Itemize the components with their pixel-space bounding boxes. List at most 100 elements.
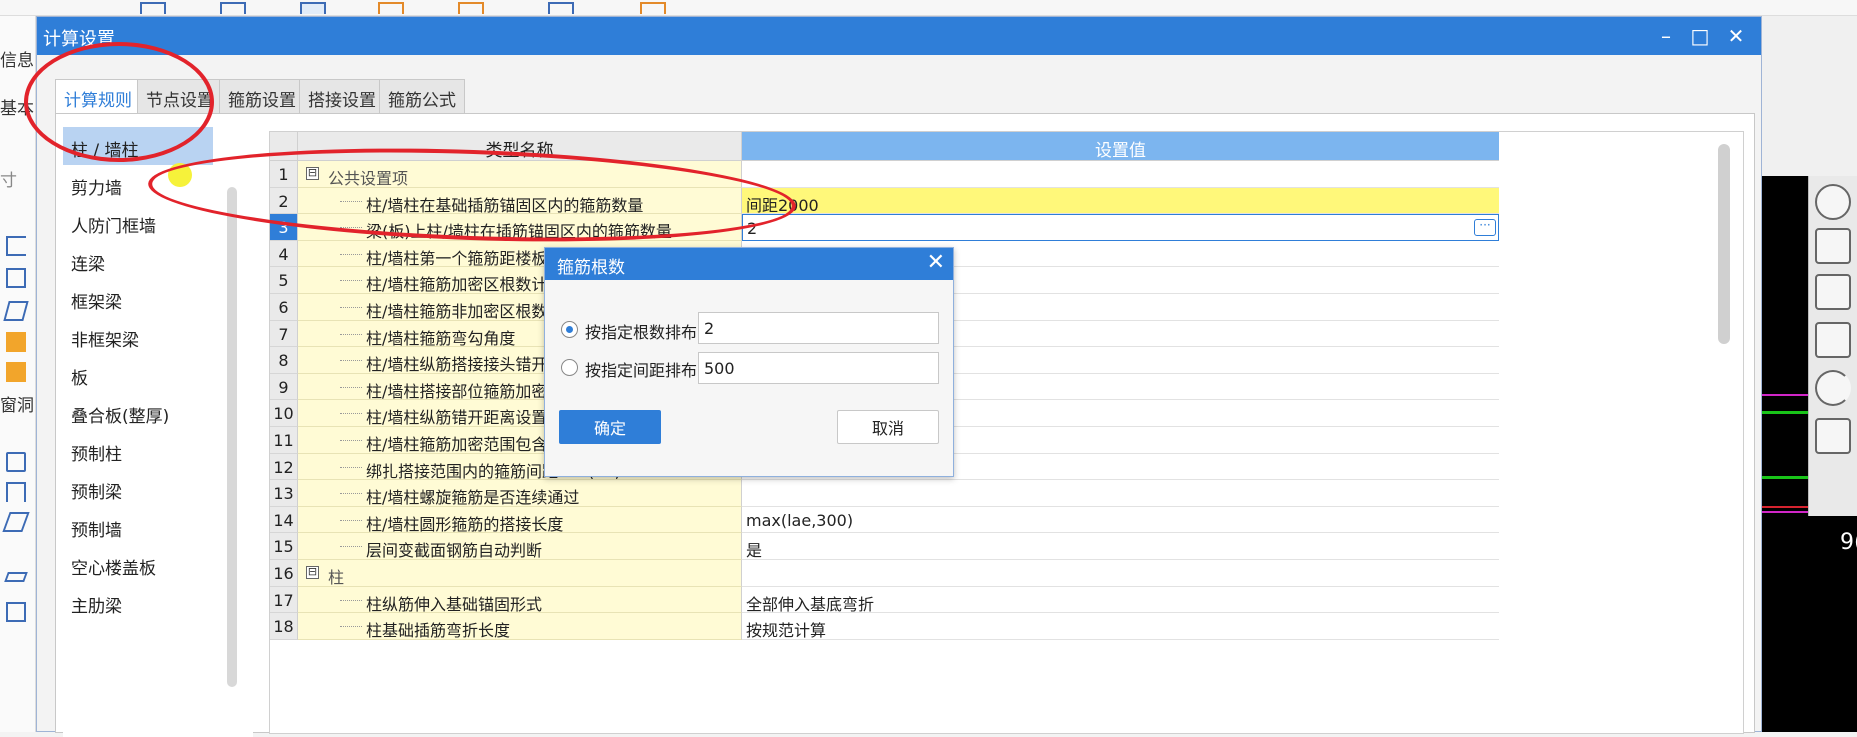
toolbar-icon[interactable] bbox=[140, 2, 166, 14]
table-row[interactable]: 1 ⊟ 公共设置项 bbox=[270, 161, 1499, 188]
collapse-icon[interactable]: ⊟ bbox=[306, 167, 319, 180]
category-item-column[interactable]: 柱 / 墙柱 bbox=[63, 127, 213, 165]
count-input[interactable]: 2 bbox=[698, 312, 939, 344]
category-item-slab[interactable]: 板 bbox=[63, 355, 213, 393]
frame-icon[interactable] bbox=[6, 482, 26, 502]
tab-stirrup-settings[interactable]: 箍筋设置 bbox=[219, 79, 305, 113]
header-type-name: 类型名称 bbox=[298, 132, 742, 161]
3d-view-icon[interactable] bbox=[1815, 228, 1851, 264]
row-number: 12 bbox=[270, 453, 298, 481]
toolbar-icon[interactable] bbox=[220, 2, 246, 14]
category-item-precast-wall[interactable]: 预制墙 bbox=[63, 507, 213, 545]
row-value-text: 全部伸入基底弯折 bbox=[746, 594, 875, 614]
row-number: 4 bbox=[270, 240, 298, 268]
tab-stirrup-formula[interactable]: 箍筋公式 bbox=[379, 79, 465, 113]
filter-icon[interactable] bbox=[6, 452, 26, 472]
toolbar-icon[interactable] bbox=[548, 2, 574, 14]
window-icon[interactable] bbox=[6, 362, 26, 382]
row-value-cell[interactable]: 2 ··· bbox=[742, 214, 1499, 241]
tree-connector bbox=[340, 519, 362, 521]
background-left-panel: 信息 基本 寸 窗洞 bbox=[0, 16, 36, 732]
row-name-text: 柱基础插筋弯折长度 bbox=[366, 621, 511, 640]
orbit-icon[interactable] bbox=[1815, 184, 1851, 220]
grid-icon[interactable] bbox=[6, 268, 26, 288]
row-name-cell: 柱/墙柱圆形箍筋的搭接长度 bbox=[298, 506, 742, 534]
row-name-text: 柱/墙柱螺旋箍筋是否连续通过 bbox=[366, 488, 580, 507]
grid-scrollbar[interactable] bbox=[1718, 144, 1730, 344]
row-name-text: 柱/墙柱搭接部位箍筋加密 bbox=[366, 381, 548, 401]
category-item-precast-beam[interactable]: 预制梁 bbox=[63, 469, 213, 507]
row-value-text: 按规范计算 bbox=[746, 621, 827, 641]
row-value-cell[interactable]: 是 bbox=[742, 533, 1499, 560]
tab-calc-rules[interactable]: 计算规则 bbox=[55, 79, 141, 115]
box-view-icon[interactable] bbox=[1815, 322, 1851, 358]
row-value-cell[interactable] bbox=[742, 161, 1499, 188]
maximize-button[interactable]: □ bbox=[1685, 21, 1715, 51]
beam-icon[interactable] bbox=[3, 301, 29, 321]
row-number: 11 bbox=[270, 427, 298, 454]
checklist-icon[interactable] bbox=[1815, 418, 1851, 454]
row-number: 10 bbox=[270, 400, 298, 427]
door-icon[interactable] bbox=[6, 332, 26, 352]
category-item-coupling-beam[interactable]: 连梁 bbox=[63, 241, 213, 279]
top-view-icon[interactable] bbox=[1815, 274, 1851, 310]
row-value-cell[interactable]: 全部伸入基底弯折 bbox=[742, 586, 1499, 614]
close-button[interactable]: ✕ bbox=[1721, 21, 1751, 51]
category-item-frame-beam[interactable]: 框架梁 bbox=[63, 279, 213, 317]
rotate-icon[interactable] bbox=[1815, 370, 1851, 406]
slab-icon[interactable] bbox=[2, 512, 30, 532]
category-item-civil-defense-door-wall[interactable]: 人防门框墙 bbox=[63, 203, 213, 241]
radio-by-count[interactable] bbox=[561, 321, 578, 338]
category-item-non-frame-beam[interactable]: 非框架梁 bbox=[63, 317, 213, 355]
table-row[interactable]: 2 柱/墙柱在基础插筋锚固区内的箍筋数量 间距2000 bbox=[270, 187, 1499, 215]
row-number: 2 bbox=[270, 187, 298, 215]
row-value-cell[interactable] bbox=[742, 560, 1499, 587]
toolbar-icon[interactable] bbox=[640, 2, 666, 14]
row-name-text: 柱/墙柱纵筋错开距离设置 bbox=[366, 408, 548, 427]
table-row[interactable]: 13 柱/墙柱螺旋箍筋是否连续通过 bbox=[270, 480, 1499, 507]
window-titlebar[interactable]: 计算设置 – □ ✕ bbox=[37, 17, 1761, 55]
cursor-highlight bbox=[168, 163, 192, 187]
popup-close-icon[interactable]: ✕ bbox=[927, 250, 945, 275]
row-name-cell: 层间变截面钢筋自动判断 bbox=[298, 533, 742, 560]
row-value-cell[interactable]: max(lae,300) bbox=[742, 506, 1499, 534]
table-row[interactable]: 3 梁(板)上柱/墙柱在插筋锚固区内的箍筋数量 2 ··· bbox=[270, 214, 1499, 241]
room-icon[interactable] bbox=[6, 602, 26, 622]
popup-titlebar[interactable]: 箍筋根数 ✕ bbox=[545, 248, 953, 280]
toolbar-icon[interactable] bbox=[300, 2, 326, 14]
category-item-precast-column[interactable]: 预制柱 bbox=[63, 431, 213, 469]
ellipsis-button[interactable]: ··· bbox=[1474, 219, 1496, 237]
row-value-cell[interactable]: 间距2000 bbox=[742, 187, 1499, 215]
row-value-cell[interactable] bbox=[742, 480, 1499, 507]
radio-by-spacing[interactable] bbox=[561, 359, 578, 376]
popup-title: 箍筋根数 bbox=[557, 258, 625, 278]
tree-connector bbox=[340, 626, 362, 628]
collapse-icon[interactable]: ⊟ bbox=[306, 566, 319, 579]
ok-button[interactable]: 确定 bbox=[559, 410, 661, 444]
cancel-button[interactable]: 取消 bbox=[837, 410, 939, 444]
category-scrollbar[interactable] bbox=[227, 187, 237, 687]
toolbar-icon[interactable] bbox=[378, 2, 404, 14]
toolbar-icon[interactable] bbox=[458, 2, 484, 14]
table-row[interactable]: 16 ⊟ 柱 bbox=[270, 560, 1499, 587]
row-number: 15 bbox=[270, 533, 298, 560]
tab-lap-settings[interactable]: 搭接设置 bbox=[299, 79, 385, 113]
category-item-hollow-floor[interactable]: 空心楼盖板 bbox=[63, 545, 213, 583]
table-row[interactable]: 17 柱纵筋伸入基础锚固形式 全部伸入基底弯折 bbox=[270, 586, 1499, 614]
stair-icon[interactable] bbox=[4, 572, 28, 582]
row-name-cell: 柱基础插筋弯折长度 bbox=[298, 613, 742, 640]
spacing-input[interactable]: 500 bbox=[698, 352, 939, 384]
minimize-button[interactable]: – bbox=[1651, 21, 1681, 51]
tree-connector bbox=[340, 253, 362, 255]
row-value-cell[interactable]: 按规范计算 bbox=[742, 613, 1499, 640]
tree-connector bbox=[340, 440, 362, 441]
table-row[interactable]: 15 层间变截面钢筋自动判断 是 bbox=[270, 533, 1499, 560]
tab-node-settings[interactable]: 节点设置 bbox=[137, 79, 223, 113]
category-item-main-rib-beam[interactable]: 主肋梁 bbox=[63, 583, 213, 621]
wall-icon[interactable] bbox=[6, 236, 26, 256]
row-name-cell: 梁(板)上柱/墙柱在插筋锚固区内的箍筋数量 bbox=[298, 214, 742, 241]
row-name-text: 层间变截面钢筋自动判断 bbox=[366, 541, 543, 560]
table-row[interactable]: 14 柱/墙柱圆形箍筋的搭接长度 max(lae,300) bbox=[270, 506, 1499, 534]
table-row[interactable]: 18 柱基础插筋弯折长度 按规范计算 bbox=[270, 613, 1499, 640]
category-item-composite-slab[interactable]: 叠合板(整厚) bbox=[63, 393, 213, 431]
